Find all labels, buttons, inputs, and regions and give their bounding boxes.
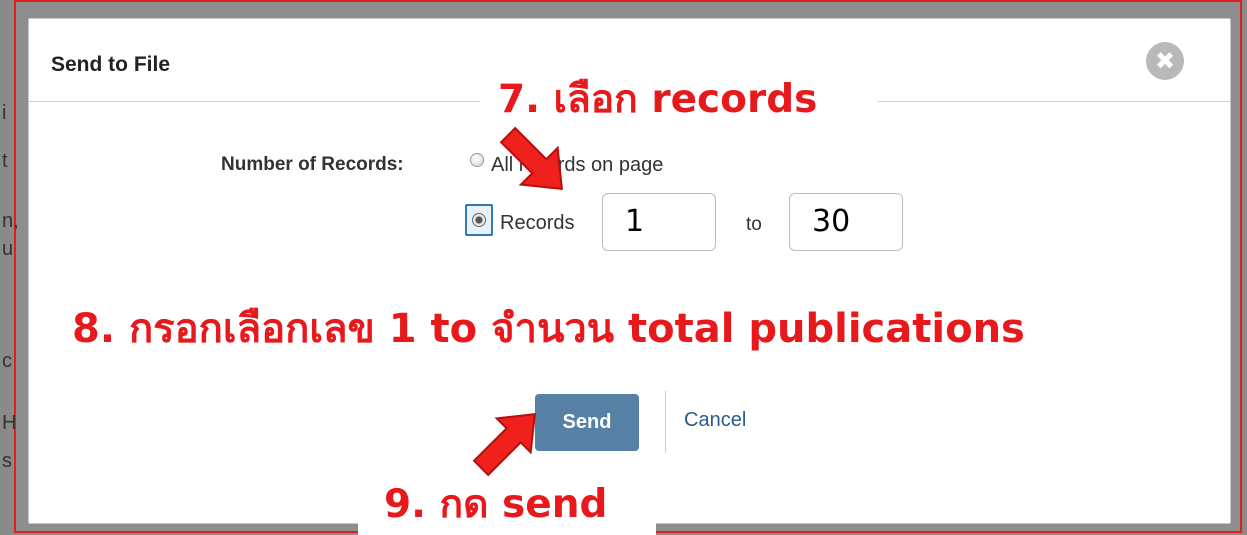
close-icon[interactable]: ✖ [1146, 42, 1184, 80]
bg-letter: n, [2, 210, 19, 232]
number-of-records-label: Number of Records: [221, 154, 404, 175]
bg-letter: i [2, 102, 7, 124]
records-range-label[interactable]: Records [500, 212, 574, 235]
bg-letter: c [2, 350, 12, 372]
red-arrow-to-records-icon [499, 126, 563, 190]
annotation-step-8: 8. กรอกเลือกเลข 1 to จำนวน total publica… [72, 306, 1025, 352]
red-arrow-to-send-icon [472, 412, 537, 477]
all-records-on-page-radio[interactable] [470, 153, 484, 167]
button-divider [665, 391, 666, 453]
records-radio[interactable] [472, 213, 486, 227]
bg-letter: s [2, 450, 12, 472]
dialog-title: Send to File [51, 53, 171, 76]
bg-letter: u [2, 238, 14, 260]
records-radio-focus-ring[interactable] [465, 204, 493, 236]
send-button[interactable]: Send [535, 394, 639, 451]
records-to-label: to [746, 214, 762, 235]
annotation-step-7: 7. เลือก records [498, 77, 818, 122]
bg-letter: t [2, 150, 8, 172]
records-to-input[interactable]: 30 [789, 193, 903, 251]
bg-letter: H [2, 412, 17, 434]
annotation-step-9: 9. กด send [384, 482, 608, 527]
records-from-input[interactable]: 1 [602, 193, 716, 251]
cancel-link[interactable]: Cancel [684, 409, 746, 432]
background-page-text: i t n, u c H s [2, 0, 19, 533]
